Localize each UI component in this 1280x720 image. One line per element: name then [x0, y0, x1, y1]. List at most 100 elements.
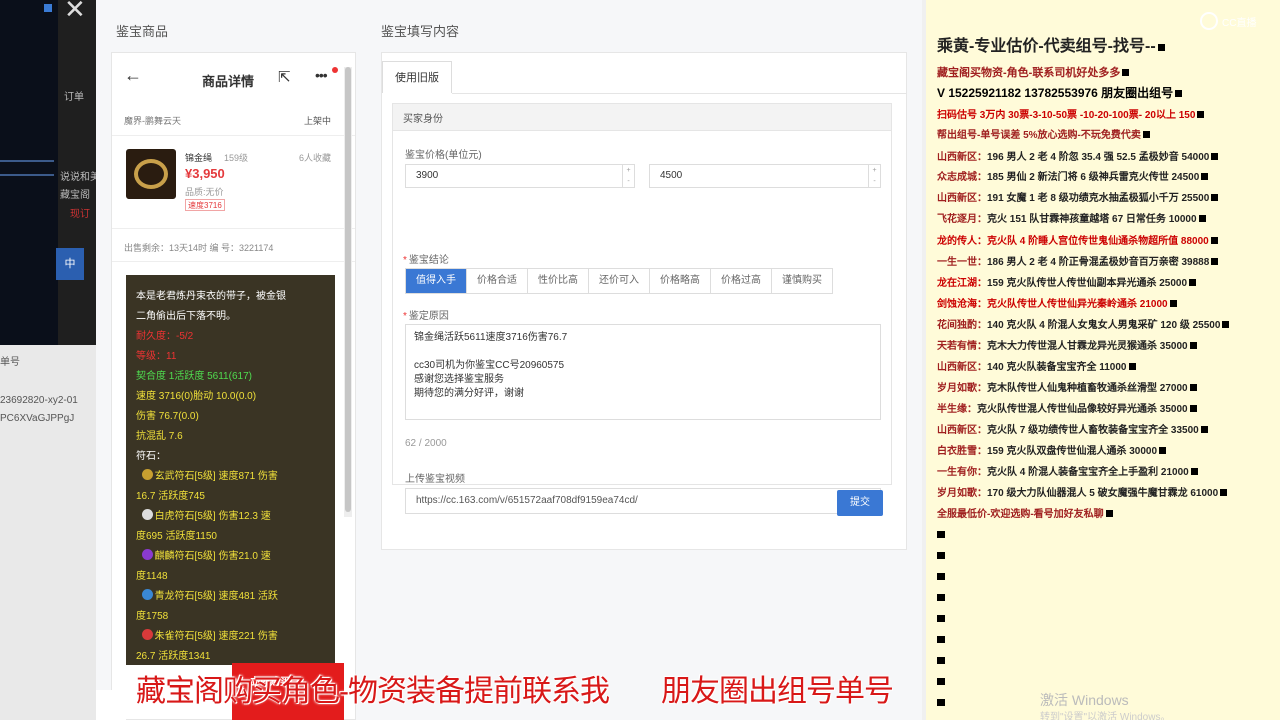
runestone-icon — [141, 549, 153, 560]
square-icon — [1197, 111, 1205, 118]
desc-line: 度1148 — [136, 571, 168, 582]
listing-row: 飞花逐月：克火 151 队甘霖神孩童越塔 67 日常任务 10000 — [937, 210, 1206, 225]
server-name: 魔界-鹏舞云天 — [124, 116, 181, 126]
desc-line: 白虎符石[5级] 伤害12.3 速 — [136, 507, 325, 527]
stream-info-panel: 乘黄-专业估价-代卖组号-找号-- 藏宝阁买物资-角色-联系司机好处多多 V 1… — [926, 0, 1280, 720]
square-icon — [1122, 69, 1130, 76]
option-fair-price[interactable]: 价格合适 — [467, 269, 528, 293]
divider — [112, 261, 355, 262]
divider — [0, 174, 54, 176]
favorite-count: 6人收藏 — [299, 153, 332, 163]
status-dot — [44, 4, 52, 12]
divider — [112, 228, 355, 229]
bg-text: 说说和美 — [60, 172, 100, 183]
bg-button[interactable]: 中 — [56, 248, 84, 280]
square-icon — [937, 657, 945, 664]
sale-info: 出售剩余：13天14时 编 号：3221174 — [124, 243, 274, 253]
stepper-icon[interactable]: + - — [868, 165, 880, 187]
panel-line: V 15225921182 13782553976 朋友圈出组号 — [937, 84, 1183, 101]
desc-line: 二角偷出后下落不明。 — [136, 311, 236, 322]
square-icon — [937, 636, 945, 643]
bg-text: 藏宝阁 — [60, 190, 90, 201]
option-too-high[interactable]: 价格过高 — [711, 269, 772, 293]
windows-activation-watermark: 激活 Windows — [1040, 692, 1129, 708]
option-slightly-high[interactable]: 价格略高 — [650, 269, 711, 293]
option-negotiate[interactable]: 还价可入 — [589, 269, 650, 293]
panel-line: 帮出组号-单号误差 5%放心选购-不玩免费代卖 — [937, 126, 1150, 141]
price-label: 鉴宝价格(单位元) — [405, 150, 482, 161]
listing-row: 白衣胜雪：159 克火队双盘传世仙混人通杀 30000 — [937, 442, 1167, 457]
dark-panel — [0, 0, 58, 345]
logo-icon — [1200, 12, 1218, 30]
square-icon — [937, 678, 945, 685]
square-icon — [937, 594, 945, 601]
listing-row: 岁月如歌：170 级大力队仙器混人 5 破女魔强牛魔甘霖龙 61000 — [937, 484, 1228, 499]
desc-line: 16.7 活跃度745 — [136, 491, 205, 502]
reason-label: * 鉴定原因 — [403, 311, 449, 322]
product-page-title: 商品详情 — [202, 74, 255, 89]
option-worth-buying[interactable]: 值得入手 — [406, 269, 467, 293]
option-good-value[interactable]: 性价比高 — [528, 269, 589, 293]
desc-line: 抗混乱 7.6 — [136, 431, 183, 442]
more-icon[interactable]: ••• — [315, 67, 328, 83]
bg-text: 23692820-xy2-01 — [0, 395, 78, 406]
divider — [452, 93, 907, 94]
overlay-block — [96, 690, 126, 720]
square-icon — [1157, 44, 1165, 51]
right-section-title: 鉴宝填写内容 — [381, 24, 460, 39]
price-min-value: 3900 — [416, 170, 439, 181]
stepper-icon[interactable]: + - — [622, 165, 634, 187]
item-name: 锦金绳 — [185, 153, 213, 163]
section-title: 买家身份 — [393, 104, 891, 131]
desc-line: 符石： — [136, 451, 166, 462]
desc-line: 本是老君炼丹束衣的带子，被金银 — [136, 291, 286, 302]
item-thumbnail[interactable] — [126, 149, 176, 199]
screen: ✕ 订单 说说和美 藏宝阁 现订 中 单号 23692820-xy2-01 PC… — [0, 0, 1280, 720]
conclusion-options: 值得入手 价格合适 性价比高 还价可入 价格略高 价格过高 谨慎购买 — [405, 268, 833, 294]
desc-line: 玄武符石[5级] 速度871 伤害 — [136, 467, 325, 487]
option-cautious[interactable]: 谨慎购买 — [772, 269, 832, 293]
price-max-input[interactable]: 4500 + - — [649, 164, 881, 188]
scrollbar[interactable] — [344, 67, 352, 517]
panel-line: 全服最低价-欢迎选购-看号加好友私聊 — [937, 505, 1113, 520]
listing-row: 一生有你：克火队 4 阶混人装备宝宝齐全上手盈利 21000 — [937, 463, 1198, 478]
promo-banner: 藏宝阁购买角色-物资装备提前联系我 朋友圈出组号单号 — [136, 666, 894, 710]
back-arrow-icon[interactable]: ← — [124, 65, 142, 86]
video-url-input[interactable]: https://cc.163.com/v/651572aaf708df9159e… — [405, 488, 881, 514]
listing-row: 花间独酌：140 克火队 4 阶混人女鬼女人男鬼采矿 120 级 25500 — [937, 316, 1230, 331]
divider — [112, 135, 355, 136]
listing-row: 龙的传人：克火队 4 阶睡人宫位传世鬼仙通杀物超所值 88000 — [937, 232, 1218, 247]
price-max-value: 4500 — [660, 170, 683, 181]
tab-old-version[interactable]: 使用旧版 — [382, 61, 452, 93]
square-icon — [937, 552, 945, 559]
promo-text-a: 藏宝阁购买角色-物资装备提前联系我 — [136, 675, 610, 708]
reason-line: 锦金绳活跃5611速度3716伤害76.7 — [414, 332, 568, 343]
scrollbar-thumb[interactable] — [345, 67, 351, 512]
panel-line: 扫码估号 3万内 30票-3-10-50票 -10-20-100票- 20以上 … — [937, 106, 1205, 121]
panel-line: 藏宝阁买物资-角色-联系司机好处多多 — [937, 64, 1130, 80]
bg-text: 单号 — [0, 357, 20, 368]
square-icon — [1175, 90, 1183, 97]
reason-line — [414, 345, 872, 359]
submit-button[interactable]: 提交 — [837, 490, 883, 516]
desc-line: 朱雀符石[5级] 速度221 伤害 — [136, 627, 325, 647]
close-icon[interactable]: ✕ — [64, 0, 86, 25]
bg-text: 订单 — [64, 92, 84, 103]
runestone-icon — [141, 589, 153, 600]
desc-line: 耐久度：-5/2 — [136, 331, 194, 342]
price-min-input[interactable]: 3900 + - — [405, 164, 635, 188]
share-icon[interactable]: ⇱ — [278, 68, 291, 86]
desc-line: 青龙符石[5级] 速度481 活跃 — [136, 587, 325, 607]
item-description: 本是老君炼丹束衣的带子，被金银 二角偷出后下落不明。 耐久度：-5/2 等级：1… — [126, 275, 335, 665]
reason-textarea[interactable]: 锦金绳活跃5611速度3716伤害76.7 cc30司机为你鉴宝CC号20960… — [405, 324, 881, 420]
desc-line: 速度 3716(0)胎动 10.0(0.0) — [136, 391, 257, 402]
buyer-section: 买家身份 鉴宝价格(单位元) 3900 + - 4500 + - * 鉴宝结论 值得入… — [392, 103, 892, 514]
square-icon — [1142, 131, 1150, 138]
listing-row: 众志成城：185 男仙 2 新法门将 6 级神兵雷克火传世 24500 — [937, 168, 1209, 183]
video-label: 上传鉴宝视频 — [405, 474, 465, 485]
listing-row: 龙在江湖：159 克火队传世人传世仙副本异光通杀 25000 — [937, 274, 1197, 289]
divider — [0, 160, 54, 162]
listing-row: 岁月如歌：克木队传世人仙鬼种植畜牧通杀丝滑型 27000 — [937, 379, 1197, 394]
notification-dot — [332, 67, 338, 73]
appraisal-form: 使用旧版 买家身份 鉴宝价格(单位元) 3900 + - 4500 + - * 鉴宝结… — [381, 52, 907, 550]
